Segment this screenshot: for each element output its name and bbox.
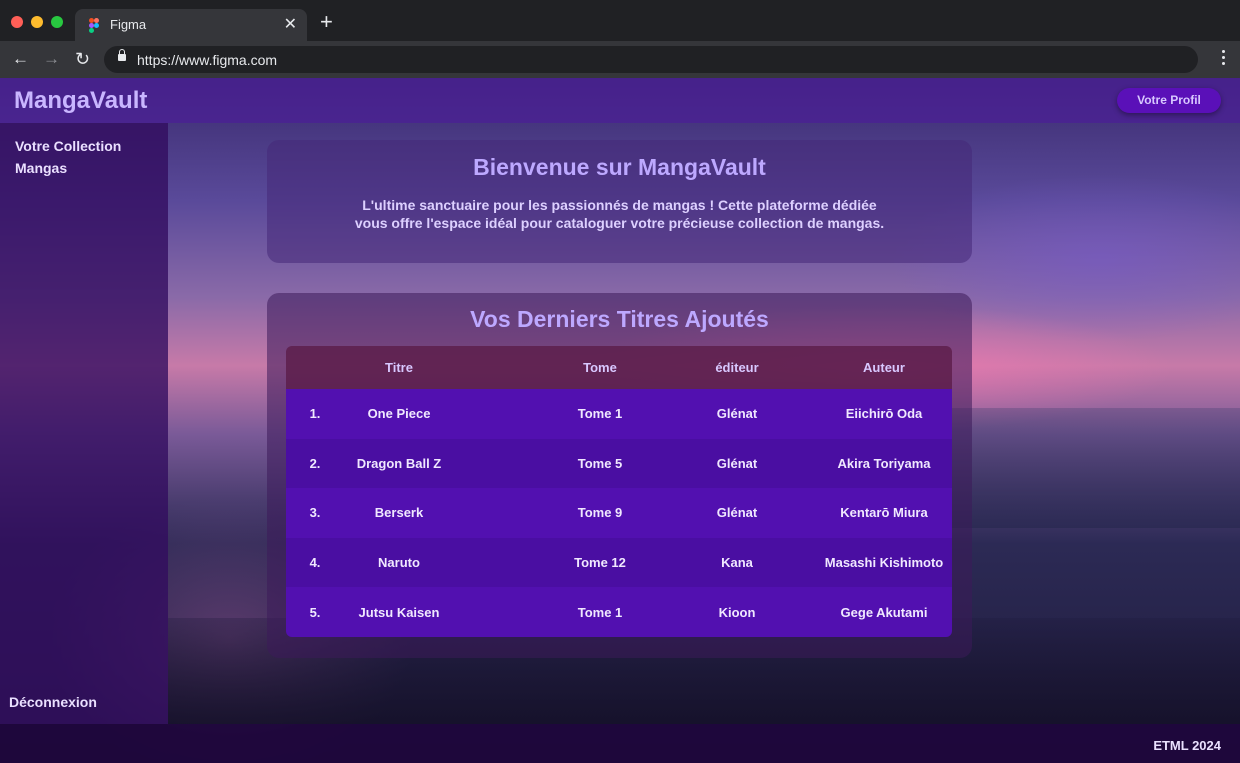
close-window-button[interactable]: [11, 16, 23, 28]
sidebar-item-collection[interactable]: Votre Collection Mangas: [15, 135, 155, 179]
row-title: Berserk: [374, 505, 424, 521]
back-arrow-icon[interactable]: ←: [12, 49, 29, 69]
row-title: Dragon Ball Z: [356, 455, 442, 471]
url-text[interactable]: https://www.figma.com: [137, 52, 277, 68]
row-author: Kentarō Miura: [840, 505, 928, 521]
row-author: Masashi Kishimoto: [824, 555, 944, 571]
row-title: One Piece: [367, 406, 431, 422]
table-row[interactable]: 4. Naruto Tome 12 Kana Masashi Kishimoto: [286, 537, 952, 588]
logout-link[interactable]: Déconnexion: [9, 694, 97, 710]
row-tome: Tome 9: [577, 505, 623, 521]
browser-menu-icon[interactable]: [1222, 50, 1226, 68]
row-tome: Tome 1: [577, 604, 623, 620]
brand-logo[interactable]: MangaVault: [14, 87, 147, 115]
table-header: Titre Tome éditeur Auteur: [286, 346, 952, 389]
profile-button[interactable]: Votre Profil: [1117, 88, 1221, 113]
browser-toolbar: ← → ↻ https://www.figma.com: [0, 41, 1240, 78]
table-row[interactable]: 1. One Piece Tome 1 Glénat Eiichirō Oda: [286, 389, 952, 439]
address-bar[interactable]: https://www.figma.com: [104, 46, 1198, 73]
maximize-window-button[interactable]: [51, 16, 63, 28]
new-tab-button[interactable]: +: [320, 11, 333, 33]
column-header-publisher: éditeur: [715, 360, 759, 375]
column-header-author: Auteur: [863, 360, 905, 375]
row-author: Gege Akutami: [840, 604, 928, 620]
column-header-title: Titre: [385, 360, 413, 375]
tab-title: Figma: [110, 17, 147, 32]
app-footer: ETML 2024: [0, 724, 1240, 763]
app-header: MangaVault Votre Profil: [0, 78, 1240, 123]
row-publisher: Kana: [721, 555, 753, 571]
recent-titles-card: Vos Derniers Titres Ajoutés Titre Tome é…: [267, 293, 972, 658]
sidebar: Votre Collection Mangas Déconnexion: [0, 123, 168, 724]
figma-icon: [89, 18, 99, 33]
table-row[interactable]: 3. Berserk Tome 9 Glénat Kentarō Miura: [286, 488, 952, 538]
row-author: Akira Toriyama: [837, 455, 931, 471]
column-header-tome: Tome: [583, 360, 617, 375]
row-tome: Tome 5: [577, 455, 623, 471]
recent-titles-table: Titre Tome éditeur Auteur 1. One Piece T…: [286, 346, 952, 637]
row-publisher: Glénat: [716, 455, 758, 471]
table-row[interactable]: 2. Dragon Ball Z Tome 5 Glénat Akira Tor…: [286, 438, 952, 489]
row-publisher: Glénat: [716, 505, 758, 521]
welcome-card: Bienvenue sur MangaVault L'ultime sanctu…: [267, 140, 972, 263]
browser-tabbar: Figma ✕ +: [0, 0, 1240, 41]
reload-icon[interactable]: ↻: [75, 49, 90, 69]
row-publisher: Glénat: [716, 406, 758, 422]
row-tome: Tome 12: [574, 555, 626, 571]
welcome-text: L'ultime sanctuaire pour les passionnés …: [354, 197, 885, 231]
row-tome: Tome 1: [577, 406, 623, 422]
page-viewport: MangaVault Votre Profil Votre Collection…: [0, 78, 1240, 763]
minimize-window-button[interactable]: [31, 16, 43, 28]
row-title: Jutsu Kaisen: [358, 604, 440, 620]
row-title: Naruto: [378, 555, 420, 571]
lock-icon: [118, 49, 126, 61]
recent-titles-heading: Vos Derniers Titres Ajoutés: [470, 306, 769, 332]
row-author: Eiichirō Oda: [845, 406, 923, 422]
browser-tab[interactable]: Figma ✕: [75, 9, 307, 41]
footer-text: ETML 2024: [1153, 738, 1221, 753]
close-tab-icon[interactable]: ✕: [284, 14, 297, 34]
forward-arrow-icon[interactable]: →: [43, 49, 60, 69]
row-publisher: Kioon: [718, 604, 756, 620]
welcome-title: Bienvenue sur MangaVault: [473, 154, 766, 180]
table-row[interactable]: 5. Jutsu Kaisen Tome 1 Kioon Gege Akutam…: [286, 587, 952, 637]
